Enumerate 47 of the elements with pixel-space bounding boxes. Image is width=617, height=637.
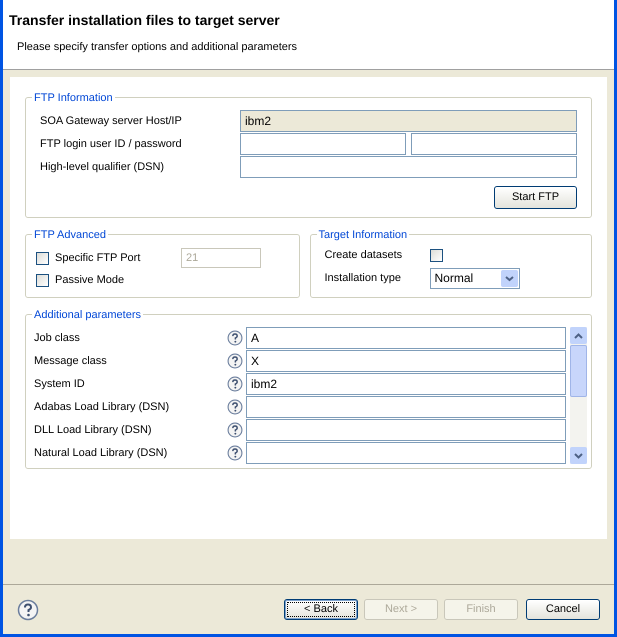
scroll-thumb[interactable] [570, 345, 587, 396]
parameter-field[interactable] [246, 419, 566, 441]
page-subtitle: Please specify transfer options and additional parameters [16, 40, 298, 55]
group-legend: Additional parameters [32, 307, 144, 324]
help-icon[interactable] [227, 422, 243, 438]
parameter-label: Natural Load Library (DSN) [34, 446, 168, 461]
qualifier-field[interactable] [240, 156, 577, 178]
scrollbar[interactable] [570, 327, 587, 464]
field-label: FTP login user ID / password [40, 136, 183, 152]
parameter-field[interactable]: A [246, 327, 566, 349]
field-label: High-level qualifier (DSN) [40, 160, 166, 175]
parameter-field[interactable]: ibm2 [246, 373, 566, 395]
field-label: SOA Gateway server Host/IP [40, 114, 183, 129]
start-ftp-button[interactable]: Start FTP [494, 186, 577, 209]
group-legend: Target Information [316, 227, 410, 244]
scroll-up-button[interactable] [570, 327, 587, 344]
user-id-field[interactable] [240, 133, 406, 155]
help-icon[interactable] [227, 353, 243, 369]
help-icon[interactable] [227, 330, 243, 346]
checkbox[interactable] [36, 274, 49, 286]
field-label: Installation type [324, 270, 402, 286]
help-icon[interactable] [227, 445, 243, 461]
parameter-label: Adabas Load Library (DSN) [34, 400, 170, 415]
checkbox[interactable] [430, 248, 442, 262]
installation-type-dropdown[interactable]: Normal [430, 268, 520, 288]
checkbox-label: Create datasets [324, 248, 404, 263]
checkbox-label: Specific FTP Port [55, 250, 142, 266]
parameter-field[interactable] [246, 396, 566, 418]
help-icon[interactable] [227, 399, 243, 415]
parameter-label: Job class [34, 330, 81, 346]
parameter-label: Message class [34, 354, 108, 369]
checkbox[interactable] [36, 252, 49, 264]
help-icon[interactable] [17, 598, 39, 620]
help-icon[interactable] [227, 376, 243, 392]
chevron-down-icon [500, 270, 518, 286]
password-field[interactable] [411, 133, 577, 155]
checkbox-label: Passive Mode [55, 272, 124, 288]
parameter-field[interactable]: X [246, 350, 566, 372]
parameter-label: DLL Load Library (DSN) [34, 422, 153, 438]
parameter-label: System ID [34, 376, 86, 392]
page-title: Transfer installation files to target server [9, 11, 281, 30]
scroll-down-button[interactable] [570, 447, 587, 464]
chevron-down-icon [574, 452, 583, 458]
parameter-field[interactable] [246, 442, 566, 464]
chevron-up-icon [574, 332, 583, 338]
wizard-button[interactable]: Cancel [526, 599, 600, 620]
wizard-button[interactable]: < Back [284, 599, 358, 620]
